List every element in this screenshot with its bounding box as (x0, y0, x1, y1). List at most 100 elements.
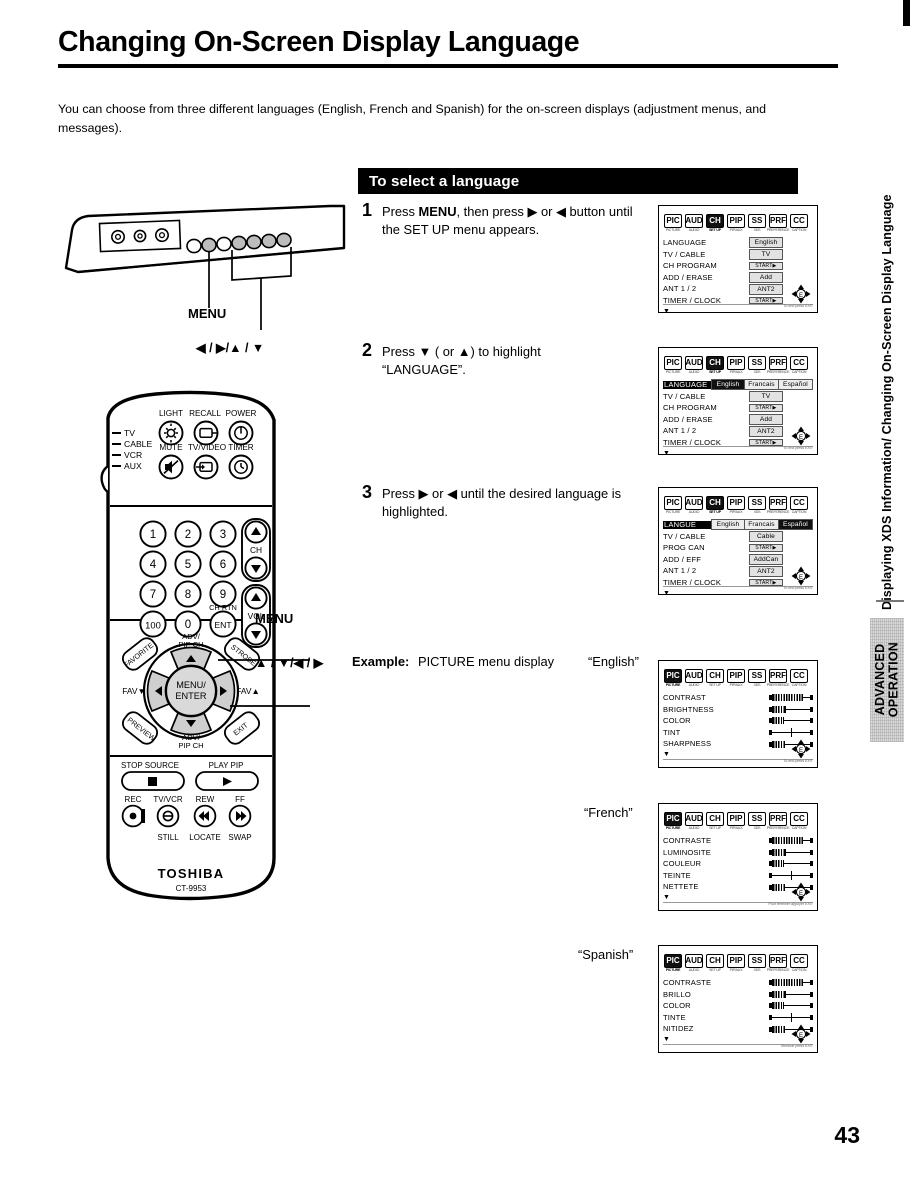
osd-language-option[interactable]: Francais (745, 379, 779, 391)
osd-menu-row[interactable]: TV / CABLE TV (663, 248, 813, 261)
osd-slider[interactable] (769, 728, 813, 738)
osd-row-value[interactable]: ANT2 (749, 283, 783, 295)
osd-icon-audio[interactable]: AUD AUDIO (684, 356, 704, 375)
osd-icon-picture[interactable]: PIC PICTURE (663, 214, 683, 233)
osd-menu-row[interactable]: CH PROGRAM START▶ (663, 260, 813, 272)
osd-picture-row[interactable]: BRILLO (663, 989, 813, 1001)
osd-icon-audio[interactable]: AUD AUDIO (684, 954, 704, 973)
osd-icon-xds[interactable]: SS XDS (747, 496, 767, 515)
osd-icon-caption[interactable]: CC CAPTION (789, 812, 809, 831)
osd-menu-row[interactable]: PROG CAN START▶ (663, 542, 813, 554)
osd-slider[interactable] (769, 1001, 813, 1010)
osd-icon-preference[interactable]: PRF PREFERENCE (767, 214, 789, 233)
osd-row-label: LANGUAGE (663, 381, 711, 389)
osd-icon-caption[interactable]: CC CAPTION (789, 214, 809, 233)
osd-picture-row[interactable]: TINTE (663, 1012, 813, 1024)
osd-row-value[interactable]: START▶ (749, 544, 783, 552)
osd-picture-row[interactable]: TINT (663, 727, 813, 739)
osd-row-value[interactable]: START▶ (749, 404, 783, 412)
osd-slider[interactable] (769, 836, 813, 845)
osd-icon-set-up[interactable]: CH SET UP (705, 214, 725, 233)
osd-row-value[interactable]: TV (749, 390, 783, 402)
osd-icon-audio[interactable]: AUD AUDIO (684, 669, 704, 688)
osd-picture-row[interactable]: CONTRASTE (663, 977, 813, 989)
osd-row-value[interactable]: Add (749, 414, 783, 426)
step-2-text: Press ▼ ( or ▲) to highlight “LANGUAGE”. (382, 343, 642, 380)
osd-icon-pip-aux[interactable]: PIP PIP/AUX (726, 496, 746, 515)
osd-icon-preference[interactable]: PRF PREFERENCE (767, 356, 789, 375)
osd-menu-row[interactable]: ADD / ERASE Add (663, 414, 813, 426)
osd-row-value[interactable]: ANT2 (749, 425, 783, 437)
osd-icon-audio[interactable]: AUD AUDIO (684, 812, 704, 831)
osd-icon-audio[interactable]: AUD AUDIO (684, 214, 704, 233)
osd-menu-row[interactable]: ADD / ERASE Add (663, 272, 813, 284)
osd-icon-preference[interactable]: PRF PREFERENCE (767, 954, 789, 973)
osd-slider[interactable] (769, 859, 813, 868)
osd-slider[interactable] (769, 990, 813, 999)
osd-icon-picture[interactable]: PIC PICTURE (663, 356, 683, 375)
osd-row-value[interactable]: TV (749, 248, 783, 260)
osd-slider[interactable] (769, 693, 813, 702)
osd-slider[interactable] (769, 716, 813, 725)
osd-row-value[interactable]: AddCan (749, 554, 783, 566)
osd-picture-row[interactable]: TEINTE (663, 870, 813, 882)
osd-icon-xds[interactable]: SS XDS (747, 356, 767, 375)
osd-row-value[interactable]: ANT2 (749, 565, 783, 577)
osd-language-option[interactable]: English (711, 519, 745, 531)
osd-row-value[interactable]: English (749, 237, 783, 249)
osd-icon-xds[interactable]: SS XDS (747, 669, 767, 688)
osd-picture-row[interactable]: BRIGHTNESS (663, 704, 813, 716)
osd-slider[interactable] (769, 848, 813, 857)
osd-slider[interactable] (769, 978, 813, 987)
osd-picture-row[interactable]: CONTRAST (663, 692, 813, 704)
osd-language-option[interactable]: English (711, 379, 745, 391)
osd-row-value[interactable]: START▶ (749, 262, 783, 270)
osd-icon-picture[interactable]: PIC PICTURE (663, 496, 683, 515)
osd-icon-caption[interactable]: CC CAPTION (789, 669, 809, 688)
osd-icon-set-up[interactable]: CH SET UP (705, 954, 725, 973)
osd-language-option[interactable]: Francais (745, 519, 779, 531)
osd-slider-fill (772, 1025, 785, 1033)
osd-icon-pip-aux[interactable]: PIP PIP/AUX (726, 356, 746, 375)
osd-icon-set-up[interactable]: CH SET UP (705, 669, 725, 688)
osd-row-value[interactable]: Add (749, 272, 783, 284)
osd-row-value[interactable]: Cable (749, 530, 783, 542)
osd-icon-xds[interactable]: SS XDS (747, 954, 767, 973)
osd-icon-preference[interactable]: PRF PREFERENCE (767, 669, 789, 688)
osd-icon-caption[interactable]: CC CAPTION (789, 954, 809, 973)
osd-icon-caption[interactable]: CC CAPTION (789, 356, 809, 375)
osd-icon-pip-aux[interactable]: PIP PIP/AUX (726, 669, 746, 688)
osd-menu-row[interactable]: LANGUAGE English Francais Español (663, 379, 813, 391)
osd-icon-preference[interactable]: PRF PREFERENCE (767, 812, 789, 831)
osd-menu-row[interactable]: TV / CABLE Cable (663, 530, 813, 543)
osd-icon-set-up[interactable]: CH SET UP (705, 812, 725, 831)
osd-slider[interactable] (769, 705, 813, 714)
osd-slider[interactable] (769, 1013, 813, 1023)
osd-icon-picture[interactable]: PIC PICTURE (663, 812, 683, 831)
osd-menu-row[interactable]: CH PROGRAM START▶ (663, 402, 813, 414)
osd-menu-row[interactable]: TV / CABLE TV (663, 390, 813, 403)
osd-icon-pip-aux[interactable]: PIP PIP/AUX (726, 954, 746, 973)
osd-picture-row[interactable]: CONTRASTE (663, 835, 813, 847)
osd-menu-row[interactable]: LANGUAGE English (663, 237, 813, 249)
osd-icon-pip-aux[interactable]: PIP PIP/AUX (726, 214, 746, 233)
osd-icon-set-up[interactable]: CH SET UP (705, 356, 725, 375)
osd-icon-audio[interactable]: AUD AUDIO (684, 496, 704, 515)
osd-picture-row[interactable]: COULEUR (663, 858, 813, 870)
osd-icon-xds[interactable]: SS XDS (747, 214, 767, 233)
osd-picture-row[interactable]: COLOR (663, 715, 813, 727)
osd-icon-picture[interactable]: PIC PICTURE (663, 669, 683, 688)
osd-language-option[interactable]: Español (779, 519, 813, 531)
osd-slider[interactable] (769, 871, 813, 881)
osd-icon-xds[interactable]: SS XDS (747, 812, 767, 831)
osd-menu-row[interactable]: LANGUE English Francais Español (663, 519, 813, 531)
osd-icon-preference[interactable]: PRF PREFERENCE (767, 496, 789, 515)
osd-icon-pip-aux[interactable]: PIP PIP/AUX (726, 812, 746, 831)
osd-picture-row[interactable]: LUMINOSITE (663, 847, 813, 859)
osd-icon-caption[interactable]: CC CAPTION (789, 496, 809, 515)
osd-language-option[interactable]: Español (779, 379, 813, 391)
osd-menu-row[interactable]: ADD / EFF AddCan (663, 554, 813, 566)
osd-picture-row[interactable]: COLOR (663, 1000, 813, 1012)
osd-icon-set-up[interactable]: CH SET UP (705, 496, 725, 515)
osd-icon-picture[interactable]: PIC PICTURE (663, 954, 683, 973)
